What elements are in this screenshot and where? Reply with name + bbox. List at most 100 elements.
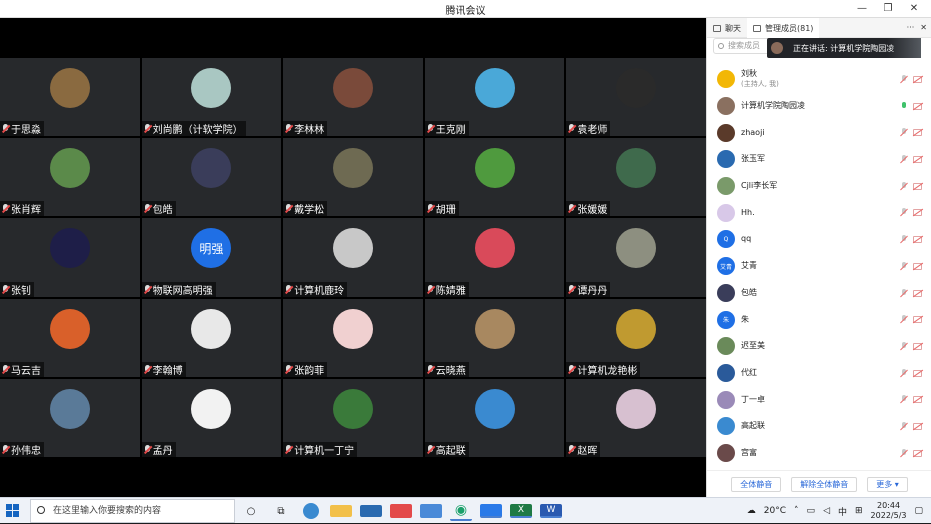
mic-muted-icon[interactable]	[901, 421, 907, 431]
member-row[interactable]: 计算机学院陶园凌	[707, 93, 931, 120]
minimize-button[interactable]: —	[849, 0, 875, 18]
taskbar-search-input[interactable]: 在这里输入你要搜索的内容	[30, 499, 235, 523]
member-row[interactable]: 高起联	[707, 413, 931, 440]
mic-muted-icon[interactable]	[901, 75, 907, 84]
participant-tile[interactable]: 张韵菲	[283, 298, 423, 377]
camera-off-icon[interactable]	[913, 396, 922, 404]
participant-tile[interactable]: 张媛媛	[566, 138, 706, 217]
participant-tile[interactable]: 王克刚	[424, 58, 565, 137]
participant-tile[interactable]: 高起联	[424, 378, 565, 457]
mic-muted-icon[interactable]	[901, 155, 907, 164]
member-search-input[interactable]: 搜索成员	[713, 38, 771, 54]
participant-tile[interactable]: 计算机一丁宁	[283, 378, 423, 457]
member-row[interactable]: 宫富	[707, 440, 931, 467]
participant-tile[interactable]: 胡珊	[424, 138, 565, 217]
close-panel-icon[interactable]: ✕	[920, 23, 927, 32]
photos-icon[interactable]	[420, 504, 442, 518]
camera-off-icon[interactable]	[913, 342, 922, 350]
participant-tile[interactable]: 孙伟忠	[0, 378, 140, 457]
tencent-meeting-icon[interactable]	[480, 504, 502, 518]
participant-tile[interactable]: 戴学松	[283, 138, 423, 217]
notification-icon[interactable]: ▢	[914, 506, 923, 516]
participant-tile[interactable]: 李林林	[283, 58, 423, 137]
volume-icon[interactable]: ◁	[823, 506, 830, 516]
member-row[interactable]: Cjli李长军	[707, 173, 931, 200]
mic-muted-icon[interactable]	[901, 235, 907, 244]
more-options-button[interactable]: ···	[907, 23, 915, 32]
mic-muted-icon[interactable]	[901, 368, 907, 378]
camera-off-icon[interactable]	[913, 289, 922, 297]
mute-all-button[interactable]: 全体静音	[731, 476, 782, 492]
camera-off-icon[interactable]	[913, 209, 922, 217]
member-row[interactable]: 代红	[707, 360, 931, 387]
member-row[interactable]: 张玉军	[707, 146, 931, 173]
participant-tile[interactable]: 云晓燕	[424, 298, 565, 377]
member-row[interactable]: 包皓	[707, 280, 931, 307]
participant-tile[interactable]: 于思淼	[0, 58, 140, 137]
camera-off-icon[interactable]	[913, 102, 922, 110]
participant-tile[interactable]: 李翰博	[141, 298, 282, 377]
store-icon[interactable]	[390, 504, 412, 518]
mic-muted-icon[interactable]	[901, 395, 907, 404]
participant-tile[interactable]: 陈婧雅	[424, 218, 565, 297]
member-row[interactable]: Hh.	[707, 199, 931, 226]
weather-temp[interactable]: 20°C	[764, 506, 786, 516]
word-icon[interactable]: W	[540, 504, 562, 518]
mic-on-icon[interactable]	[901, 101, 907, 111]
participant-tile[interactable]: 明强 物联网高明强	[141, 218, 282, 297]
cortana-icon[interactable]: ○	[240, 501, 262, 521]
unmute-all-button[interactable]: 解除全体静音	[791, 476, 858, 492]
mic-muted-icon[interactable]	[901, 448, 907, 458]
camera-off-icon[interactable]	[913, 422, 922, 430]
more-button[interactable]: 更多 ▾	[867, 476, 908, 492]
tab-members[interactable]: 管理成员(81)	[747, 18, 820, 38]
camera-off-icon[interactable]	[913, 76, 922, 83]
participant-tile[interactable]: 孟丹	[141, 378, 282, 457]
camera-off-icon[interactable]	[913, 369, 922, 377]
camera-off-icon[interactable]	[913, 449, 922, 457]
mic-muted-icon[interactable]	[901, 288, 907, 298]
camera-off-icon[interactable]	[913, 182, 922, 190]
edge-icon[interactable]: ◉	[450, 501, 472, 521]
close-button[interactable]: ✕	[901, 0, 927, 18]
member-row[interactable]: Qqq	[707, 226, 931, 253]
tab-chat[interactable]: 聊天	[707, 18, 747, 38]
mail-icon[interactable]	[360, 505, 382, 517]
participant-tile[interactable]: 刘尚鹏（计软学院）	[141, 58, 282, 137]
participant-tile[interactable]: 张肖辉	[0, 138, 140, 217]
camera-off-icon[interactable]	[913, 316, 922, 324]
clock[interactable]: 20:44 2022/5/3	[871, 501, 907, 521]
participant-tile[interactable]: 计算机鹿玲	[283, 218, 423, 297]
participant-tile[interactable]: 张钊	[0, 218, 140, 297]
mic-muted-icon[interactable]	[901, 128, 907, 137]
camera-off-icon[interactable]	[913, 262, 922, 270]
member-row[interactable]: 艾青 艾青	[707, 253, 931, 280]
mic-muted-icon[interactable]	[901, 315, 907, 324]
member-row[interactable]: zhaoji	[707, 119, 931, 146]
mic-muted-icon[interactable]	[901, 341, 907, 351]
participant-tile[interactable]: 袁老师	[566, 58, 706, 137]
edge-legacy-icon[interactable]	[303, 503, 319, 519]
participant-tile[interactable]: 谭丹丹	[566, 218, 706, 297]
participant-tile[interactable]: 包皓	[141, 138, 282, 217]
weather-icon[interactable]: ☁	[747, 506, 756, 516]
mic-muted-icon[interactable]	[901, 261, 907, 271]
tray-expand-icon[interactable]: ˄	[794, 506, 799, 516]
windows-start-icon[interactable]	[6, 504, 20, 518]
task-view-icon[interactable]: ⧉	[270, 501, 292, 521]
mic-muted-icon[interactable]	[901, 208, 907, 217]
file-explorer-icon[interactable]	[330, 505, 352, 517]
participant-tile[interactable]: 计算机龙艳彬	[566, 298, 706, 377]
mic-muted-icon[interactable]	[901, 181, 907, 191]
restore-button[interactable]: ❐	[875, 0, 901, 18]
camera-off-icon[interactable]	[913, 236, 922, 244]
member-row[interactable]: 朱朱	[707, 306, 931, 333]
member-row[interactable]: 迟至美	[707, 333, 931, 360]
participant-tile[interactable]: 赵晖	[566, 378, 706, 457]
excel-icon[interactable]: X	[510, 504, 532, 518]
member-row[interactable]: 刘秋 (主持人, 我)	[707, 66, 931, 93]
participant-tile[interactable]: 马云吉	[0, 298, 140, 377]
camera-off-icon[interactable]	[913, 156, 922, 164]
ime-indicator[interactable]: 中	[838, 505, 847, 518]
camera-off-icon[interactable]	[913, 129, 922, 137]
